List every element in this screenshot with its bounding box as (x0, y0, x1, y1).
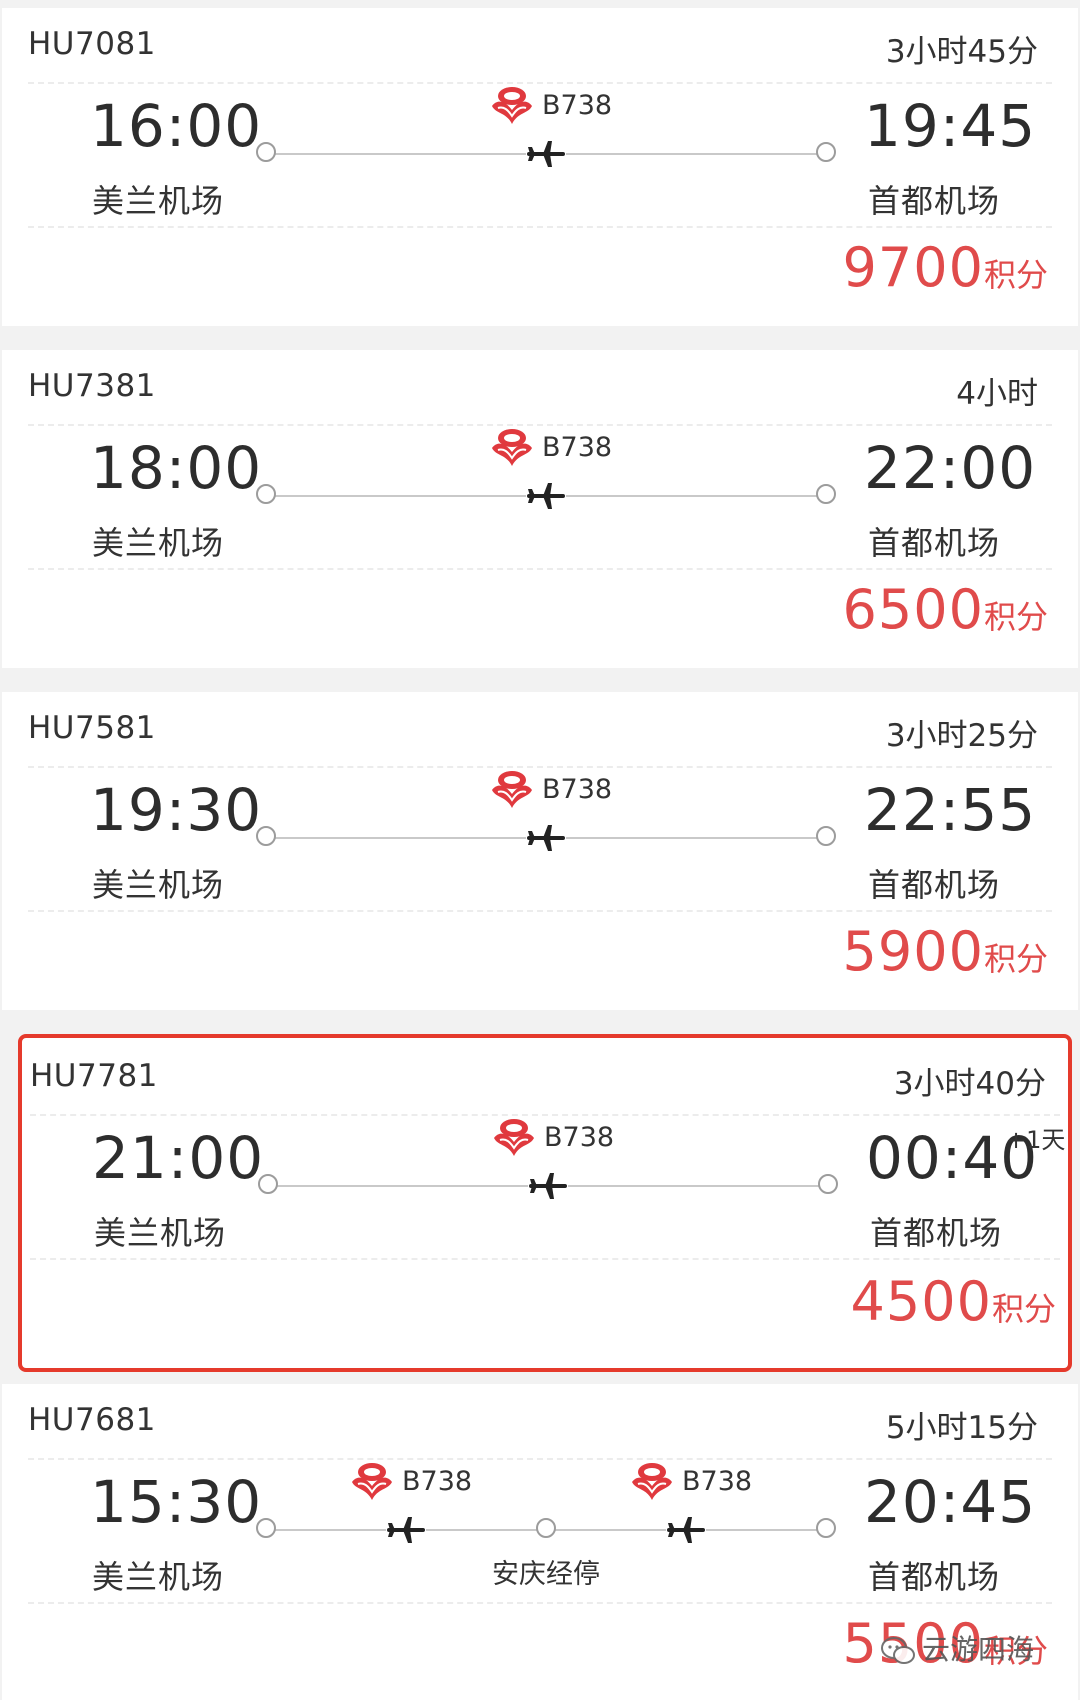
departure-airport: 美兰机场 (92, 182, 225, 220)
divider (28, 226, 1052, 228)
arrival-time: 19:45 (864, 92, 1037, 160)
points-unit: 积分 (983, 598, 1048, 636)
route-node-circle-icon (258, 1174, 278, 1194)
points-price: 6500积分 (843, 578, 1048, 641)
route-node-circle-icon (818, 1174, 838, 1194)
departure-time: 19:30 (90, 776, 263, 844)
flight-card-highlighted[interactable]: HU7781 3小时40分 21:00 美兰机场 B738 00:40 +1天 … (18, 1034, 1072, 1372)
aircraft-type: B738 (402, 1466, 473, 1497)
aircraft-type: B738 (542, 774, 613, 805)
hainan-airlines-logo-icon (492, 771, 532, 808)
flight-duration: 3小时25分 (885, 718, 1038, 754)
arrival-airport: 首都机场 (868, 866, 1001, 904)
points-unit: 积分 (983, 256, 1048, 294)
departure-time: 21:00 (92, 1124, 265, 1192)
arrival-time: 22:00 (864, 434, 1037, 502)
divider (28, 424, 1052, 426)
points-value: 9700 (842, 236, 984, 299)
arrival-time: 20:45 (864, 1468, 1037, 1536)
watermark: 云游四海 (880, 1628, 1034, 1668)
departure-airport: 美兰机场 (92, 1558, 225, 1596)
flight-number: HU7081 (28, 26, 156, 62)
airplane-icon (526, 136, 566, 172)
hainan-airlines-logo-icon (492, 87, 532, 124)
route-node-circle-icon (256, 1518, 276, 1538)
flight-card[interactable]: HU7081 3小时45分 16:00 美兰机场 B738 19:45 首都机场… (2, 8, 1078, 326)
aircraft-type: B738 (544, 1122, 615, 1153)
stopover-node-circle-icon (536, 1518, 556, 1538)
points-unit: 积分 (991, 1290, 1056, 1328)
flight-number: HU7581 (28, 710, 156, 746)
departure-airport: 美兰机场 (94, 1214, 227, 1252)
flight-duration: 3小时45分 (885, 34, 1038, 70)
points-unit: 积分 (983, 940, 1048, 978)
airplane-icon (526, 820, 566, 856)
airplane-icon (386, 1512, 426, 1548)
watermark-text: 云游四海 (922, 1633, 1035, 1666)
aircraft-type: B738 (542, 432, 613, 463)
hainan-airlines-logo-icon (492, 429, 532, 466)
divider (28, 766, 1052, 768)
flight-number: HU7681 (28, 1402, 156, 1438)
route-node-circle-icon (816, 484, 836, 504)
divider (28, 1458, 1052, 1460)
points-price: 4500积分 (851, 1270, 1056, 1333)
aircraft-type: B738 (542, 90, 613, 121)
points-value: 6500 (842, 578, 984, 641)
divider (28, 1602, 1052, 1604)
stopover-label: 安庆经停 (492, 1559, 600, 1590)
hainan-airlines-logo-icon (632, 1463, 672, 1500)
airplane-icon (666, 1512, 706, 1548)
flight-number: HU7781 (30, 1058, 158, 1094)
hainan-airlines-logo-icon (352, 1463, 392, 1500)
divider (30, 1258, 1060, 1260)
route-node-circle-icon (256, 826, 276, 846)
hainan-airlines-logo-icon (494, 1119, 534, 1156)
arrival-airport: 首都机场 (870, 1214, 1003, 1252)
flight-card[interactable]: HU7581 3小时25分 19:30 美兰机场 B738 22:55 首都机场… (2, 692, 1078, 1010)
route-node-circle-icon (816, 1518, 836, 1538)
points-value: 4500 (850, 1270, 992, 1333)
route-node-circle-icon (256, 142, 276, 162)
departure-airport: 美兰机场 (92, 866, 225, 904)
flight-list: HU7081 3小时45分 16:00 美兰机场 B738 19:45 首都机场… (0, 0, 1080, 1700)
flight-card[interactable]: HU7381 4小时 18:00 美兰机场 B738 22:00 首都机场 65… (2, 350, 1078, 668)
airplane-icon (526, 478, 566, 514)
divider (30, 1114, 1060, 1116)
divider (28, 82, 1052, 84)
flight-duration: 4小时 (956, 376, 1038, 412)
arrival-airport: 首都机场 (868, 1558, 1001, 1596)
route-node-circle-icon (816, 826, 836, 846)
flight-number: HU7381 (28, 368, 156, 404)
departure-time: 16:00 (90, 92, 263, 160)
airplane-icon (528, 1168, 568, 1204)
divider (28, 568, 1052, 570)
departure-time: 18:00 (90, 434, 263, 502)
flight-duration: 3小时40分 (893, 1066, 1046, 1102)
arrival-airport: 首都机场 (868, 524, 1001, 562)
arrival-time: 22:55 (864, 776, 1037, 844)
departure-time: 15:30 (90, 1468, 263, 1536)
next-day-badge: +1天 (1006, 1126, 1066, 1154)
wechat-icon (881, 1637, 915, 1664)
flight-duration: 5小时15分 (885, 1410, 1038, 1446)
arrival-airport: 首都机场 (868, 182, 1001, 220)
departure-airport: 美兰机场 (92, 524, 225, 562)
route-node-circle-icon (816, 142, 836, 162)
points-price: 5900积分 (843, 920, 1048, 983)
route-node-circle-icon (256, 484, 276, 504)
points-value: 5900 (842, 920, 984, 983)
points-price: 9700积分 (843, 236, 1048, 299)
divider (28, 910, 1052, 912)
aircraft-type-2: B738 (682, 1466, 753, 1497)
